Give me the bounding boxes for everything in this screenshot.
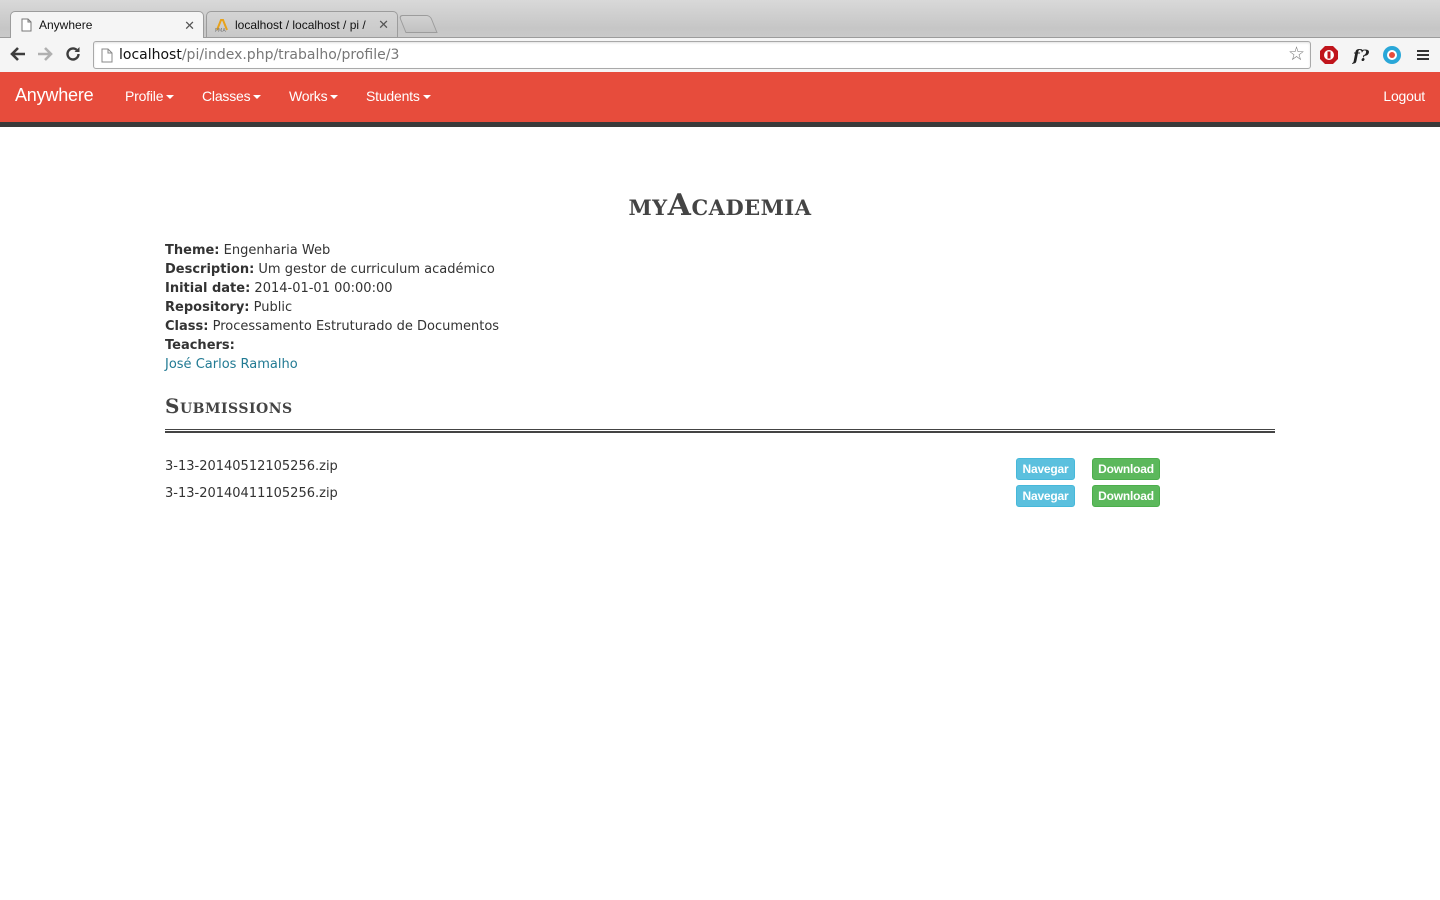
field-value: Um gestor de curriculum académico [258,262,495,277]
submission-filename: 3-13-20140411105256.zip [165,486,338,501]
field-value: Engenharia Web [223,243,331,258]
submission-row: 3-13-20140411105256.zip Navegar Download [165,485,1275,507]
nav-students-dropdown[interactable]: Students [366,88,431,104]
bookmark-star-icon[interactable]: ☆ [1288,45,1305,64]
description-row: Description: Um gestor de curriculum aca… [165,260,499,279]
caret-down-icon [330,95,339,99]
adblock-icon[interactable] [1319,45,1339,65]
svg-text:PMA: PMA [215,28,226,32]
url-path: /pi/index.php/trabalho/profile/3 [181,47,400,63]
page-icon [101,48,113,63]
reload-icon[interactable] [61,42,85,66]
field-label: Initial date: [165,281,251,296]
field-label: Description: [165,262,255,277]
menu-icon[interactable] [1413,45,1433,65]
address-bar[interactable]: localhost/pi/index.php/trabalho/profile/… [93,41,1311,69]
phpmyadmin-icon: PMA [215,18,228,32]
page-title: myAcademia [628,188,812,223]
nav-profile-dropdown[interactable]: Profile [125,88,175,104]
tab-title: Anywhere [39,18,93,32]
page-icon [21,18,32,32]
close-icon[interactable]: ✕ [184,19,195,32]
tab-anywhere[interactable]: Anywhere ✕ [10,11,204,38]
field-label: Theme: [165,243,220,258]
tab-title: localhost / localhost / pi / [235,17,366,32]
work-details: Theme: Engenharia Web Description: Um ge… [165,241,499,374]
field-label: Teachers: [165,338,235,353]
browser-chrome: Anywhere ✕ PMA localhost / localhost / p… [0,0,1440,72]
nav-item-label: Students [366,88,420,104]
new-tab-button[interactable] [398,15,438,33]
color-picker-icon[interactable] [1382,45,1402,65]
caret-down-icon [166,95,175,99]
teacher-link[interactable]: José Carlos Ramalho [165,357,298,372]
caret-down-icon [422,95,431,99]
class-row: Class: Processamento Estruturado de Docu… [165,317,499,336]
app-navbar: Anywhere Profile Classes Works Students … [0,72,1440,122]
close-icon[interactable]: ✕ [378,18,389,31]
submission-row: 3-13-20140512105256.zip Navegar Download [165,458,1275,480]
tab-strip: Anywhere ✕ PMA localhost / localhost / p… [0,0,1440,38]
nav-classes-dropdown[interactable]: Classes [202,88,262,104]
repository-row: Repository: Public [165,298,499,317]
browser-toolbar: localhost/pi/index.php/trabalho/profile/… [0,37,1440,72]
theme-row: Theme: Engenharia Web [165,241,499,260]
download-button[interactable]: Download [1092,485,1160,507]
field-label: Repository: [165,300,250,315]
browse-button[interactable]: Navegar [1016,458,1075,480]
submission-filename: 3-13-20140512105256.zip [165,459,338,474]
nav-item-label: Profile [125,88,164,104]
field-value: Processamento Estruturado de Documentos [212,319,500,334]
logout-link[interactable]: Logout [1383,88,1425,104]
nav-works-dropdown[interactable]: Works [289,88,339,104]
field-value: Public [253,300,293,315]
back-icon[interactable] [6,42,30,66]
browse-button[interactable]: Navegar [1016,485,1075,507]
initial-date-row: Initial date: 2014-01-01 00:00:00 [165,279,499,298]
url-host: localhost [119,47,182,63]
nav-item-label: Classes [202,88,251,104]
brand-link[interactable]: Anywhere [15,85,94,106]
tab-phpmyadmin[interactable]: PMA localhost / localhost / pi / ✕ [206,11,398,37]
submissions-divider [165,429,1275,433]
caret-down-icon [253,95,262,99]
teacher-row: José Carlos Ramalho [165,355,499,374]
whatfont-icon[interactable]: f? [1349,45,1373,65]
navbar-divider [0,122,1440,127]
nav-item-label: Works [289,88,328,104]
download-button[interactable]: Download [1092,458,1160,480]
field-value: 2014-01-01 00:00:00 [254,281,393,296]
submissions-heading: Submissions [165,394,293,418]
teachers-row: Teachers: [165,336,499,355]
forward-icon[interactable] [33,42,57,66]
field-label: Class: [165,319,209,334]
